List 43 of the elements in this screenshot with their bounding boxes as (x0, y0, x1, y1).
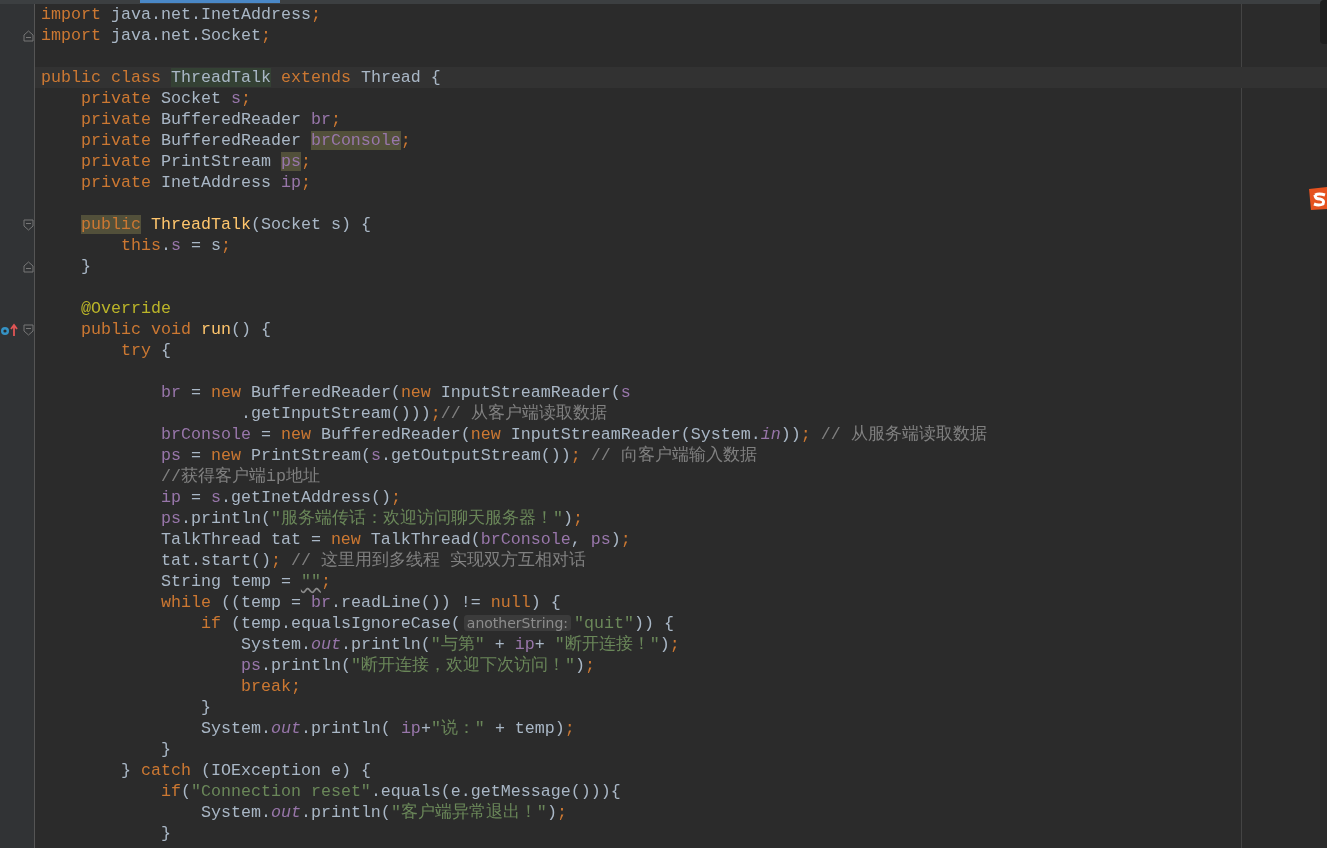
code-line: System.out.println("客户端异常退出！"); (199, 802, 567, 823)
fold-icon[interactable] (23, 218, 34, 231)
code-line: public class ThreadTalk extends Thread { (41, 67, 441, 88)
fold-icon[interactable] (23, 323, 34, 336)
code-line: this.s = s; (119, 235, 231, 256)
code-line: if("Connection reset".equals(e.getMessage())){ (159, 781, 621, 802)
code-line: brConsole = new BufferedReader(new InputStreamReader(System.in)); // 从服务端读取数据 (159, 424, 987, 445)
code-line: } catch (IOException e) { (119, 760, 371, 781)
code-line: import java.net.Socket; (41, 25, 271, 46)
code-line: while ((temp = br.readLine()) != null) { (159, 592, 561, 613)
fold-icon[interactable] (23, 29, 34, 42)
code-line: br = new BufferedReader(new InputStreamReader(s (159, 382, 631, 403)
code-line: System.out.println( ip+"说：" + temp); (199, 718, 575, 739)
code-line: } (159, 823, 171, 844)
code-line: } (199, 697, 211, 718)
code-line: } (80, 256, 91, 277)
code-line: try { (119, 340, 171, 361)
code-line: public ThreadTalk(Socket s) { (79, 214, 371, 235)
code-line: break; (239, 676, 301, 697)
code-line: //获得客户端ip地址 (159, 466, 320, 487)
scrollbar-thumb[interactable] (1320, 0, 1327, 44)
code-line: ps = new PrintStream(s.getOutputStream()); // 向客户端输入数据 (159, 445, 757, 466)
fold-icon[interactable] (23, 260, 34, 273)
code-line: public void run() { (80, 319, 271, 340)
code-line: ip = s.getInetAddress(); (159, 487, 401, 508)
code-line: if (temp.equalsIgnoreCase( anotherString: "quit")) { (199, 613, 675, 634)
code-line: import java.net.InetAddress; (41, 4, 321, 25)
code-line: private BufferedReader br; (80, 109, 341, 130)
code-line: .getInputStream()));// 从客户端读取数据 (239, 403, 607, 424)
ime-icon[interactable] (1307, 185, 1327, 211)
code-line: private InetAddress ip; (80, 172, 311, 193)
code-line: private Socket s; (80, 88, 251, 109)
code-line: private PrintStream ps; (80, 151, 311, 172)
code-line: } (159, 739, 171, 760)
code-line: @Override (80, 298, 171, 319)
code-line: private BufferedReader brConsole; (80, 130, 411, 151)
code-line: tat.start(); // 这里用到多线程 实现双方互相对话 (159, 550, 586, 571)
code-line: ps.println("服务端传话：欢迎访问聊天服务器！"); (159, 508, 583, 529)
code-line: ps.println("断开连接，欢迎下次访问！"); (239, 655, 595, 676)
code-line: System.out.println("与第" + ip+ "断开连接！"); (239, 634, 680, 655)
code-line: String temp = ""; (159, 571, 331, 592)
code-line: TalkThread tat = new TalkThread(brConsole, ps); (159, 529, 631, 550)
override-icon[interactable] (0, 322, 20, 337)
